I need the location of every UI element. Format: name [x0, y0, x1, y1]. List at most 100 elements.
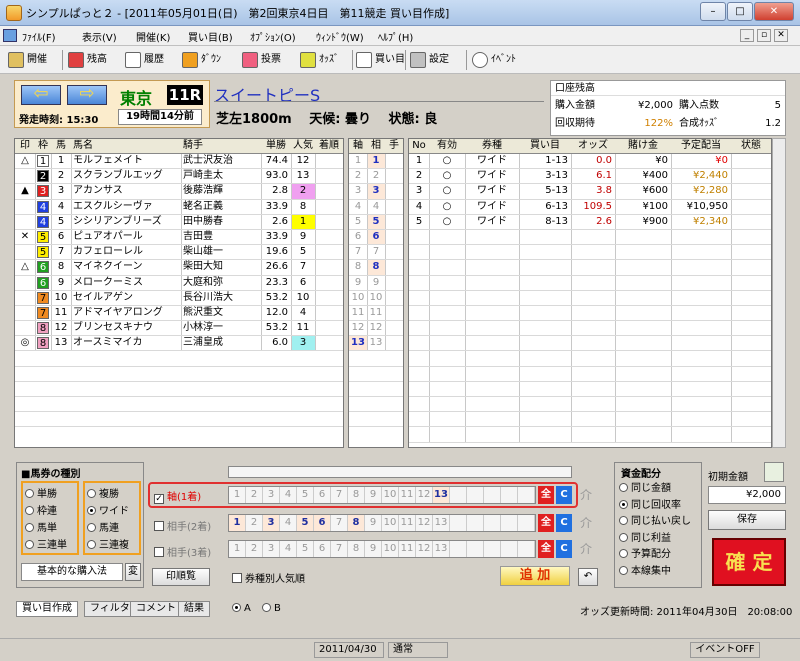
bet-stake[interactable]: ¥400	[615, 169, 671, 183]
print-list-button[interactable]: 印順覧	[152, 568, 210, 586]
strip-number[interactable]: 12	[416, 515, 433, 531]
purchase-method-field[interactable]: 基本的な購入法	[21, 563, 123, 581]
confirm-button[interactable]: 確 定	[712, 538, 786, 586]
strip-number[interactable]: 11	[399, 515, 416, 531]
jiku-all-button[interactable]: 全	[538, 486, 554, 504]
horse-row[interactable]: 7 11 アドマイヤアロング 熊沢重文 12.0 4	[15, 305, 343, 322]
strip-number[interactable]: 5	[297, 515, 314, 531]
prev-race-button[interactable]: ⇦	[21, 85, 61, 105]
axis-row[interactable]: 44	[349, 199, 403, 215]
strip-number[interactable]: 12	[416, 487, 433, 503]
tab-comment[interactable]: コメント	[130, 601, 182, 617]
bettype-sanrenpuku-radio[interactable]: 三連複	[87, 537, 137, 554]
bet-stake[interactable]: ¥600	[615, 184, 671, 198]
strip-number[interactable]: 11	[399, 541, 416, 557]
horse-mark[interactable]	[15, 306, 35, 320]
tab-kaime[interactable]: 買い目作成	[16, 601, 78, 617]
strip-number[interactable]: 2	[246, 487, 263, 503]
alloc-budget-radio[interactable]: 予算配分	[619, 547, 691, 564]
next-race-button[interactable]: ⇨	[67, 85, 107, 105]
strip-number[interactable]: 9	[365, 487, 382, 503]
aite2-clear-button[interactable]: C	[556, 514, 572, 532]
strip-number[interactable]: 8	[348, 487, 365, 503]
bettype-sanrentan-radio[interactable]: 三連単	[25, 537, 75, 554]
menu-help[interactable]: ﾍﾙﾌﾟ(H)	[378, 29, 413, 44]
axis-aite-cell[interactable]: 11	[367, 306, 385, 320]
bet-row[interactable]: 4 ○ ワイド 6-13 109.5 ¥100 ¥10,950	[409, 199, 771, 215]
bettype-umaren-radio[interactable]: 馬連	[87, 520, 137, 537]
aite2-all-button[interactable]: 全	[538, 514, 554, 532]
doc-icon[interactable]	[3, 29, 17, 42]
strip-number[interactable]: 13	[433, 487, 450, 503]
horse-row[interactable]: 4 5 シシリアンブリーズ 田中勝春 2.6 1	[15, 214, 343, 230]
axis-te-cell[interactable]	[385, 230, 403, 244]
strip-number[interactable]: 2	[246, 541, 263, 557]
axis-jiku-cell[interactable]: 12	[349, 321, 367, 335]
alloc-same-amount-radio[interactable]: 同じ金額	[619, 481, 691, 498]
axis-jiku-cell[interactable]: 5	[349, 215, 367, 229]
toolbar-rireki-button[interactable]: 履歴	[125, 49, 164, 71]
toolbar-event-button[interactable]: ｲﾍﾞﾝﾄ	[472, 49, 516, 71]
horse-mark[interactable]	[15, 276, 35, 290]
strip-number[interactable]: 8	[348, 515, 365, 531]
horse-row[interactable]: △ 1 1 モルフェメイト 武士沢友治 74.4 12	[15, 154, 343, 170]
horse-row[interactable]: 5 7 カフェローレル 柴山雄一 19.6 5	[15, 245, 343, 261]
strip-number[interactable]: 5	[297, 487, 314, 503]
menu-window[interactable]: ｳｨﾝﾄﾞｳ(W)	[316, 29, 364, 44]
axis-row[interactable]: 22	[349, 169, 403, 185]
strip-number[interactable]: 12	[416, 541, 433, 557]
axis-row[interactable]: 11	[349, 154, 403, 170]
bet-enabled[interactable]: ○	[429, 200, 465, 214]
menu-option[interactable]: ｵﾌﾟｼｮﾝ(O)	[250, 29, 296, 44]
change-method-button[interactable]: 変	[125, 563, 141, 581]
menu-kaime[interactable]: 買い目(B)	[188, 29, 233, 44]
bet-row[interactable]: 3 ○ ワイド 5-13 3.8 ¥600 ¥2,280	[409, 184, 771, 200]
horse-mark[interactable]: △	[15, 154, 35, 168]
horse-row[interactable]: 4 4 エスクルシーヴァ 蛯名正義 33.9 8	[15, 199, 343, 215]
axis-te-cell[interactable]	[385, 245, 403, 259]
tab-filter[interactable]: フィルタ	[84, 601, 136, 617]
axis-aite-cell[interactable]: 1	[367, 154, 385, 169]
strip-number[interactable]: 3	[263, 487, 280, 503]
aite2-checkbox[interactable]: 相手(2着)	[154, 518, 211, 533]
strip-number[interactable]: 9	[365, 541, 382, 557]
strip-number[interactable]: 4	[280, 487, 297, 503]
axis-aite-cell[interactable]: 2	[367, 169, 385, 183]
strip-number[interactable]: 10	[382, 541, 399, 557]
mdi-close-button[interactable]: ✕	[774, 29, 788, 42]
bets-scrollbar[interactable]	[772, 138, 786, 448]
horse-row[interactable]: ▲ 3 3 アカンサス 後藤浩輝 2.8 2	[15, 184, 343, 200]
axis-row[interactable]: 88	[349, 260, 403, 276]
axis-row[interactable]: 33	[349, 184, 403, 200]
axis-jiku-cell[interactable]: 8	[349, 260, 367, 274]
toolbar-odds-button[interactable]: ｵｯｽﾞ	[300, 49, 339, 71]
axis-row[interactable]: 66	[349, 229, 403, 246]
bet-stake[interactable]: ¥100	[615, 200, 671, 214]
toolbar-vote-button[interactable]: 投票	[242, 49, 281, 71]
strip-number[interactable]: 1	[229, 541, 246, 557]
mdi-minimize-button[interactable]: _	[740, 29, 754, 42]
bet-row[interactable]: 1 ○ ワイド 1-13 0.0 ¥0 ¥0	[409, 154, 771, 170]
close-button[interactable]: ✕	[754, 2, 794, 21]
axis-te-cell[interactable]	[385, 306, 403, 320]
axis-row[interactable]: 55	[349, 214, 403, 230]
axis-row[interactable]: 10 10	[349, 290, 403, 306]
axis-aite-cell[interactable]: 7	[367, 245, 385, 259]
strip-number[interactable]: 10	[382, 515, 399, 531]
horse-mark[interactable]: ▲	[15, 184, 35, 198]
toolbar-download-button[interactable]: ﾀﾞｳﾝ	[182, 49, 221, 71]
bet-enabled[interactable]: ○	[429, 154, 465, 168]
axis-te-cell[interactable]	[385, 169, 403, 183]
jiku-flip-icon[interactable]: 介	[580, 486, 592, 503]
strip-number[interactable]: 1	[229, 515, 246, 531]
horse-mark[interactable]: △	[15, 260, 35, 274]
axis-aite-cell[interactable]: 9	[367, 276, 385, 290]
strip-number[interactable]: 7	[331, 515, 348, 531]
axis-aite-cell[interactable]: 8	[367, 260, 385, 275]
alloc-mainline-radio[interactable]: 本線集中	[619, 564, 691, 581]
axis-jiku-cell[interactable]: 11	[349, 306, 367, 320]
axis-te-cell[interactable]	[385, 321, 403, 335]
bet-row[interactable]: 2 ○ ワイド 3-13 6.1 ¥400 ¥2,440	[409, 169, 771, 185]
axis-jiku-cell[interactable]: 7	[349, 245, 367, 259]
initial-amount-input[interactable]: ¥2,000	[708, 486, 786, 504]
